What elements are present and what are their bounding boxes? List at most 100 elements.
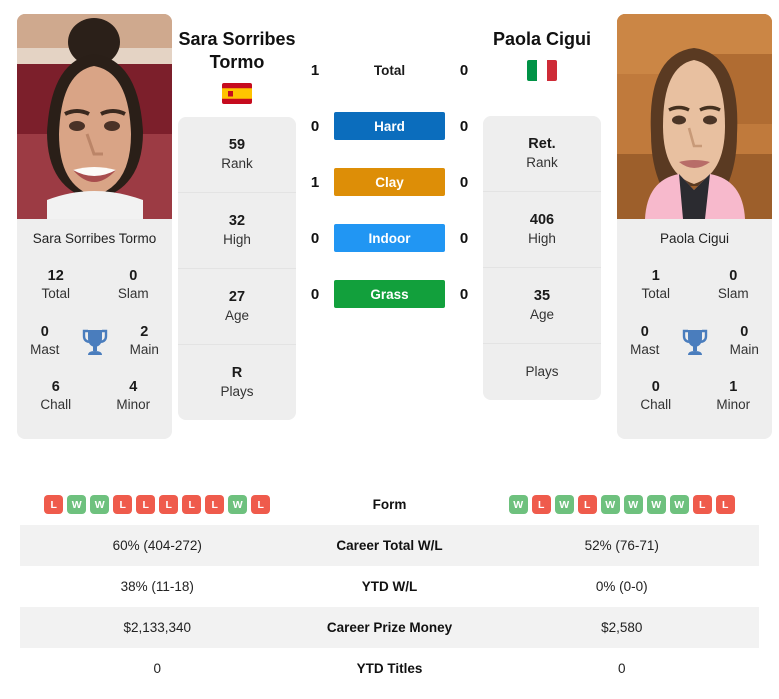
info-value: R bbox=[231, 365, 243, 382]
right-value: 0 bbox=[617, 661, 626, 676]
stat-label: Total bbox=[641, 286, 671, 302]
form-badge-l: L bbox=[205, 495, 225, 514]
right-flag-wrap bbox=[483, 60, 601, 82]
stat-main: 0 Main bbox=[717, 314, 773, 370]
left-value: 38% (11-18) bbox=[120, 579, 194, 594]
form-badge-w: W bbox=[228, 495, 248, 514]
stat-label: Minor bbox=[116, 397, 151, 413]
right-value: 0% (0-0) bbox=[595, 579, 648, 594]
right-player-name-card: Paola Cigui bbox=[617, 219, 772, 256]
left-player-name: Sara Sorribes Tormo bbox=[178, 29, 296, 73]
right-player-info-column: Paola Cigui Ret. Rank 406 High 35 Age Pl… bbox=[483, 0, 601, 478]
info-high: 32 High bbox=[178, 193, 296, 270]
stat-value: 1 bbox=[651, 268, 660, 284]
right-player-name: Paola Cigui bbox=[492, 29, 591, 49]
stat-minor: 1 Minor bbox=[695, 369, 773, 425]
info-label: High bbox=[528, 230, 556, 246]
stat-value: 0 bbox=[40, 323, 49, 340]
table-row-career-prize-money: $2,133,340 Career Prize Money $2,580 bbox=[20, 607, 759, 648]
stat-label: Chall bbox=[40, 397, 72, 413]
form-badge-l: L bbox=[136, 495, 156, 514]
h2h-row-indoor: 0 Indoor 0 bbox=[296, 224, 483, 252]
stat-label: Slam bbox=[117, 286, 149, 302]
left-flag-wrap bbox=[178, 83, 296, 105]
info-rank: 59 Rank bbox=[178, 117, 296, 194]
form-badge-list: LWWLLLLLWL bbox=[20, 495, 295, 514]
stat-label: Mast bbox=[630, 341, 660, 357]
trophy-icon bbox=[73, 314, 117, 370]
info-label: Plays bbox=[525, 364, 559, 380]
stat-chall: 6 Chall bbox=[17, 369, 95, 425]
h2h-left-value: 1 bbox=[310, 173, 320, 191]
stat-label: Minor bbox=[716, 397, 751, 413]
table-row-ytd-wl: 38% (11-18) YTD W/L 0% (0-0) bbox=[20, 566, 759, 607]
stat-value: 0 bbox=[740, 323, 749, 340]
titles-row: 1 Total 0 Slam bbox=[617, 258, 772, 314]
h2h-left-value: 1 bbox=[310, 61, 320, 79]
comparison-header: Sara Sorribes Tormo 12 Total 0 Slam 0 Ma… bbox=[0, 0, 779, 478]
right-form-badges: WLWLWWWWLL bbox=[485, 495, 760, 514]
titles-row: 0 Chall 1 Minor bbox=[617, 369, 772, 425]
titles-row: 6 Chall 4 Minor bbox=[17, 369, 172, 425]
stat-main: 2 Main bbox=[117, 314, 173, 370]
info-age: 35 Age bbox=[483, 268, 601, 345]
stat-slam: 0 Slam bbox=[95, 258, 173, 314]
stat-minor: 4 Minor bbox=[95, 369, 173, 425]
info-value: 406 bbox=[529, 212, 555, 229]
right-player-panel: Paola Cigui 1 Total 0 Slam 0 Mast 0 Main… bbox=[601, 0, 779, 478]
info-rank: Ret. Rank bbox=[483, 116, 601, 193]
stat-value: 2 bbox=[140, 323, 149, 340]
stat-value: 0 bbox=[729, 268, 738, 284]
h2h-right-value: 0 bbox=[459, 229, 469, 247]
info-plays: R Plays bbox=[178, 345, 296, 420]
italy-flag-icon bbox=[527, 60, 557, 82]
titles-row: 12 Total 0 Slam bbox=[17, 258, 172, 314]
row-label: YTD Titles bbox=[356, 661, 423, 676]
h2h-left-value: 0 bbox=[310, 117, 320, 135]
h2h-left-value: 0 bbox=[310, 285, 320, 303]
h2h-right-value: 0 bbox=[459, 117, 469, 135]
table-row-career-total-wl: 60% (404-272) Career Total W/L 52% (76-7… bbox=[20, 525, 759, 566]
form-badge-w: W bbox=[554, 495, 574, 514]
stat-value: 0 bbox=[640, 323, 649, 340]
trophy-icon bbox=[673, 314, 717, 370]
titles-row: 0 Mast 2 Main bbox=[17, 314, 172, 370]
stat-total: 1 Total bbox=[617, 258, 695, 314]
h2h-row-grass: 0 Grass 0 bbox=[296, 280, 483, 308]
form-badge-w: W bbox=[623, 495, 643, 514]
left-player-panel: Sara Sorribes Tormo 12 Total 0 Slam 0 Ma… bbox=[0, 0, 178, 478]
row-label: YTD W/L bbox=[361, 579, 418, 594]
stat-mast: 0 Mast bbox=[17, 314, 73, 370]
info-value: 59 bbox=[228, 137, 246, 154]
titles-row: 0 Mast 0 Main bbox=[617, 314, 772, 370]
h2h-row-total: 1 Total 0 bbox=[296, 56, 483, 84]
stat-value: 0 bbox=[651, 379, 660, 396]
form-badge-l: L bbox=[159, 495, 179, 514]
left-form-badges: LWWLLLLLWL bbox=[20, 495, 295, 514]
left-value: $2,133,340 bbox=[123, 620, 192, 635]
stat-value: 12 bbox=[47, 268, 64, 284]
right-value: $2,580 bbox=[601, 620, 643, 635]
spain-flag-icon bbox=[222, 83, 252, 105]
stat-total: 12 Total bbox=[17, 258, 95, 314]
form-badge-w: W bbox=[646, 495, 666, 514]
right-info-card: Ret. Rank 406 High 35 Age Plays bbox=[483, 116, 601, 401]
h2h-right-value: 0 bbox=[459, 173, 469, 191]
info-high: 406 High bbox=[483, 192, 601, 269]
info-label: Age bbox=[224, 308, 250, 324]
info-label: Age bbox=[529, 307, 555, 322]
form-badge-w: W bbox=[67, 495, 87, 514]
left-player-titles: 12 Total 0 Slam 0 Mast 2 Main 6 Chall 4 … bbox=[17, 256, 172, 440]
info-label: Plays bbox=[220, 384, 254, 400]
h2h-label: Grass bbox=[334, 280, 445, 308]
form-badge-list: WLWLWWWWLL bbox=[485, 495, 760, 514]
form-badge-l: L bbox=[44, 495, 64, 514]
stats-comparison-table: LWWLLLLLWL Form WLWLWWWWLL 60% (404-272)… bbox=[20, 484, 759, 689]
form-badge-l: L bbox=[531, 495, 551, 514]
info-age: 27 Age bbox=[178, 269, 296, 346]
form-badge-l: L bbox=[113, 495, 133, 514]
form-badge-l: L bbox=[251, 495, 271, 514]
form-badge-w: W bbox=[508, 495, 528, 514]
form-badge-l: L bbox=[182, 495, 202, 514]
h2h-label: Hard bbox=[334, 112, 445, 140]
